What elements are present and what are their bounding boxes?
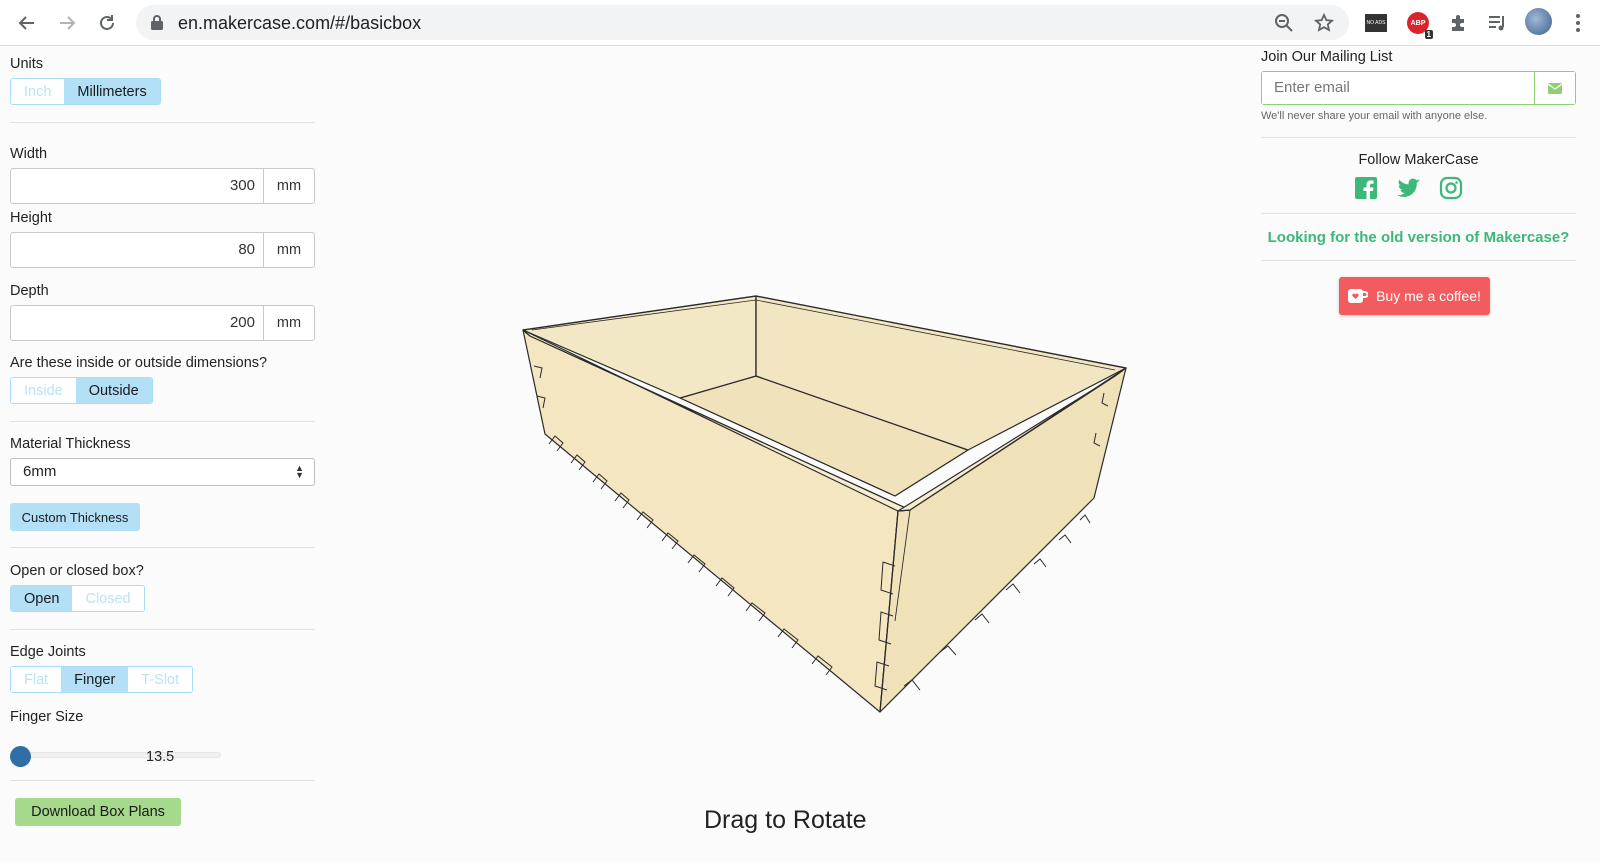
old-version-link[interactable]: Looking for the old version of Makercase…: [1261, 229, 1576, 246]
zoom-icon[interactable]: [1273, 12, 1295, 34]
mailing-list-form: [1261, 71, 1576, 105]
forward-button[interactable]: [53, 9, 81, 37]
select-caret-icon: ▲ ▼: [295, 463, 304, 480]
divider: [10, 421, 315, 422]
subscribe-button[interactable]: [1535, 72, 1575, 104]
divider: [10, 629, 315, 630]
extensions-puzzle-icon[interactable]: [1446, 10, 1470, 36]
finger-size-slider-thumb[interactable]: [10, 746, 31, 767]
width-unit: mm: [276, 178, 302, 194]
depth-field: 200 mm: [10, 305, 315, 341]
units-millimeters-option[interactable]: Millimeters: [64, 79, 160, 104]
url-text[interactable]: en.makercase.com/#/basicbox: [178, 13, 421, 34]
height-input[interactable]: 80: [11, 233, 264, 267]
page-content: Units Inch Millimeters Width 300 mm Heig…: [0, 46, 1600, 862]
units-label: Units: [10, 56, 44, 72]
custom-thickness-button[interactable]: Custom Thickness: [10, 503, 140, 531]
bookmark-star-icon[interactable]: [1313, 12, 1335, 34]
width-input[interactable]: 300: [11, 169, 264, 203]
finger-option[interactable]: Finger: [61, 667, 129, 692]
divider: [10, 547, 315, 548]
address-bar[interactable]: en.makercase.com/#/basicbox: [136, 5, 1349, 40]
twitter-icon[interactable]: [1396, 176, 1420, 200]
divider: [10, 122, 315, 123]
material-thickness-value: 6mm: [23, 463, 57, 480]
flat-option[interactable]: Flat: [11, 667, 62, 692]
divider: [1261, 260, 1576, 261]
finger-size-label: Finger Size: [10, 709, 84, 725]
noads-extension-icon[interactable]: NO ADS: [1364, 10, 1388, 36]
instagram-icon[interactable]: [1439, 176, 1463, 200]
mailing-list-title: Join Our Mailing List: [1261, 49, 1393, 65]
divider: [10, 780, 315, 781]
height-unit: mm: [276, 242, 302, 258]
finger-size-value: 13.5: [146, 749, 175, 765]
email-privacy-note: We'll never share your email with anyone…: [1261, 110, 1488, 122]
drag-to-rotate-hint: Drag to Rotate: [704, 806, 867, 834]
edge-joints-toggle: Flat Finger T-Slot: [10, 666, 194, 693]
closed-option[interactable]: Closed: [72, 586, 144, 611]
width-label: Width: [10, 146, 48, 162]
adblock-badge: 1: [1424, 30, 1433, 39]
coffee-cup-icon: [1348, 289, 1369, 303]
noads-label: NO ADS: [1365, 14, 1387, 32]
follow-title: Follow MakerCase: [1358, 152, 1479, 168]
outside-option[interactable]: Outside: [75, 378, 152, 403]
buy-me-a-coffee-button[interactable]: Buy me a coffee!: [1339, 277, 1490, 315]
download-box-plans-button[interactable]: Download Box Plans: [15, 798, 181, 826]
inside-outside-toggle: Inside Outside: [10, 377, 153, 404]
back-arrow-icon: [18, 16, 34, 30]
envelope-icon: [1548, 82, 1562, 94]
reload-icon: [100, 15, 114, 30]
units-toggle: Inch Millimeters: [10, 78, 161, 105]
coffee-button-label: Buy me a coffee!: [1376, 288, 1481, 304]
divider: [1261, 213, 1576, 214]
forward-arrow-icon: [60, 16, 76, 30]
depth-input[interactable]: 200: [11, 306, 264, 340]
height-field: 80 mm: [10, 232, 315, 268]
email-input[interactable]: [1262, 72, 1535, 104]
browser-menu-icon[interactable]: [1570, 10, 1586, 36]
inside-option[interactable]: Inside: [11, 378, 76, 403]
material-thickness-select[interactable]: 6mm ▲ ▼: [10, 458, 315, 486]
depth-label: Depth: [10, 283, 49, 299]
units-inch-option[interactable]: Inch: [11, 79, 65, 104]
inside-outside-label: Are these inside or outside dimensions?: [10, 355, 268, 371]
browser-toolbar: en.makercase.com/#/basicbox NO ADS ABP 1: [0, 0, 1600, 46]
material-thickness-label: Material Thickness: [10, 436, 131, 452]
back-button[interactable]: [13, 9, 41, 37]
edge-joints-label: Edge Joints: [10, 644, 86, 660]
profile-avatar[interactable]: [1524, 7, 1552, 35]
height-label: Height: [10, 210, 52, 226]
finger-size-slider-track[interactable]: [12, 752, 221, 758]
media-queue-icon[interactable]: [1485, 10, 1509, 36]
reload-button[interactable]: [93, 9, 121, 37]
adblock-extension-icon[interactable]: ABP 1: [1405, 10, 1433, 39]
open-closed-toggle: Open Closed: [10, 585, 145, 612]
tslot-option[interactable]: T-Slot: [128, 667, 193, 692]
divider: [1261, 137, 1576, 138]
facebook-icon[interactable]: [1354, 176, 1378, 200]
width-field: 300 mm: [10, 168, 315, 204]
open-option[interactable]: Open: [11, 586, 73, 611]
depth-unit: mm: [276, 315, 302, 331]
open-closed-label: Open or closed box?: [10, 563, 144, 579]
lock-icon: [150, 14, 164, 36]
